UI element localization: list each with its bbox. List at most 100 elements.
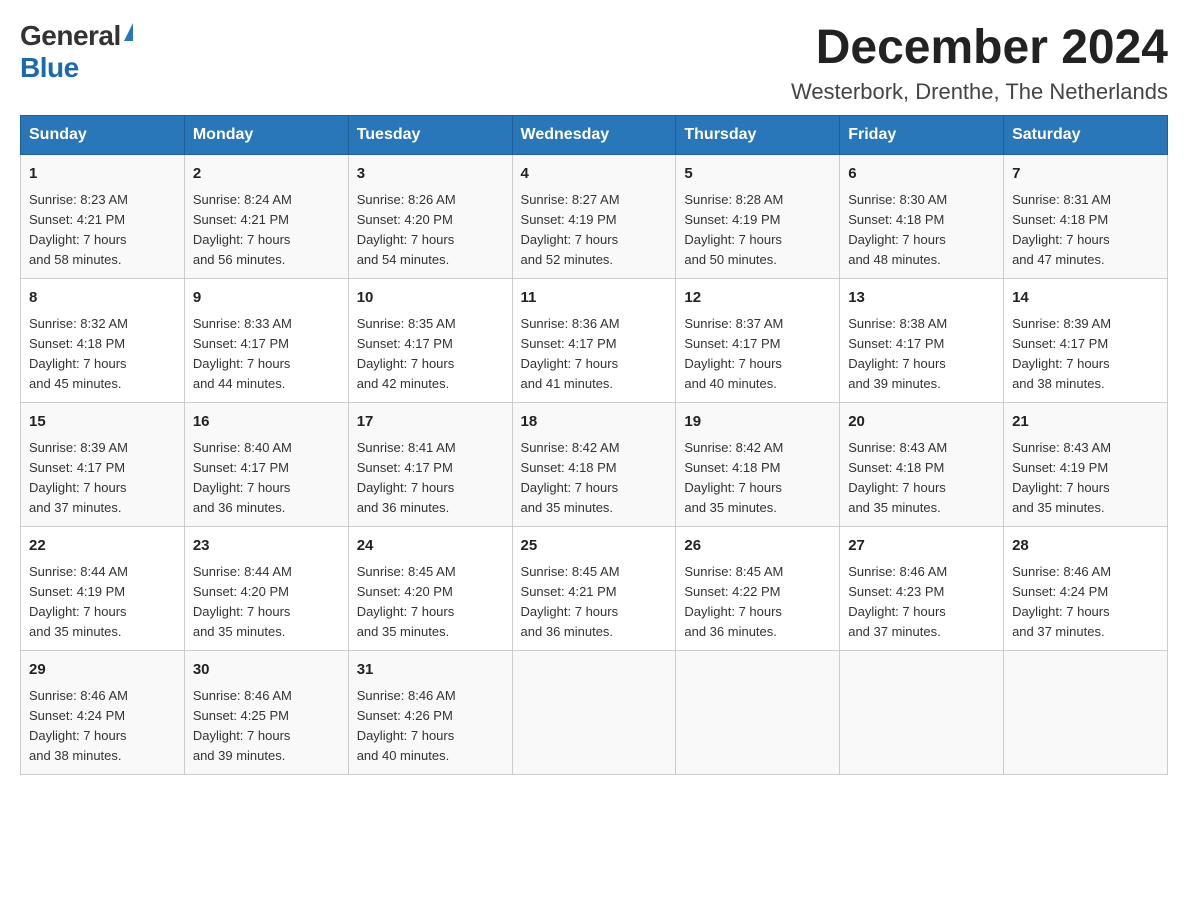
day-info: Sunrise: 8:43 AMSunset: 4:18 PMDaylight:… bbox=[848, 440, 947, 515]
day-number: 31 bbox=[357, 659, 504, 682]
day-number: 12 bbox=[684, 287, 831, 310]
day-number: 30 bbox=[193, 659, 340, 682]
day-cell: 4 Sunrise: 8:27 AMSunset: 4:19 PMDayligh… bbox=[512, 155, 676, 279]
day-info: Sunrise: 8:23 AMSunset: 4:21 PMDaylight:… bbox=[29, 192, 128, 267]
day-cell: 26 Sunrise: 8:45 AMSunset: 4:22 PMDaylig… bbox=[676, 527, 840, 651]
day-info: Sunrise: 8:35 AMSunset: 4:17 PMDaylight:… bbox=[357, 316, 456, 391]
header-wednesday: Wednesday bbox=[512, 116, 676, 155]
header-friday: Friday bbox=[840, 116, 1004, 155]
day-info: Sunrise: 8:44 AMSunset: 4:20 PMDaylight:… bbox=[193, 564, 292, 639]
day-cell bbox=[1004, 651, 1168, 775]
day-cell: 19 Sunrise: 8:42 AMSunset: 4:18 PMDaylig… bbox=[676, 403, 840, 527]
day-info: Sunrise: 8:46 AMSunset: 4:23 PMDaylight:… bbox=[848, 564, 947, 639]
day-number: 26 bbox=[684, 535, 831, 558]
calendar-header: SundayMondayTuesdayWednesdayThursdayFrid… bbox=[21, 116, 1168, 155]
week-row-1: 1 Sunrise: 8:23 AMSunset: 4:21 PMDayligh… bbox=[21, 155, 1168, 279]
calendar-table: SundayMondayTuesdayWednesdayThursdayFrid… bbox=[20, 115, 1168, 775]
day-cell: 15 Sunrise: 8:39 AMSunset: 4:17 PMDaylig… bbox=[21, 403, 185, 527]
day-cell: 7 Sunrise: 8:31 AMSunset: 4:18 PMDayligh… bbox=[1004, 155, 1168, 279]
week-row-4: 22 Sunrise: 8:44 AMSunset: 4:19 PMDaylig… bbox=[21, 527, 1168, 651]
day-cell: 17 Sunrise: 8:41 AMSunset: 4:17 PMDaylig… bbox=[348, 403, 512, 527]
header-thursday: Thursday bbox=[676, 116, 840, 155]
day-cell: 23 Sunrise: 8:44 AMSunset: 4:20 PMDaylig… bbox=[184, 527, 348, 651]
day-cell: 28 Sunrise: 8:46 AMSunset: 4:24 PMDaylig… bbox=[1004, 527, 1168, 651]
day-cell bbox=[676, 651, 840, 775]
day-cell: 3 Sunrise: 8:26 AMSunset: 4:20 PMDayligh… bbox=[348, 155, 512, 279]
day-info: Sunrise: 8:42 AMSunset: 4:18 PMDaylight:… bbox=[521, 440, 620, 515]
day-number: 1 bbox=[29, 163, 176, 186]
day-number: 13 bbox=[848, 287, 995, 310]
day-info: Sunrise: 8:27 AMSunset: 4:19 PMDaylight:… bbox=[521, 192, 620, 267]
day-number: 20 bbox=[848, 411, 995, 434]
day-cell: 5 Sunrise: 8:28 AMSunset: 4:19 PMDayligh… bbox=[676, 155, 840, 279]
day-cell: 8 Sunrise: 8:32 AMSunset: 4:18 PMDayligh… bbox=[21, 279, 185, 403]
week-row-3: 15 Sunrise: 8:39 AMSunset: 4:17 PMDaylig… bbox=[21, 403, 1168, 527]
day-number: 27 bbox=[848, 535, 995, 558]
day-info: Sunrise: 8:45 AMSunset: 4:20 PMDaylight:… bbox=[357, 564, 456, 639]
day-number: 8 bbox=[29, 287, 176, 310]
day-cell: 1 Sunrise: 8:23 AMSunset: 4:21 PMDayligh… bbox=[21, 155, 185, 279]
day-info: Sunrise: 8:46 AMSunset: 4:24 PMDaylight:… bbox=[1012, 564, 1111, 639]
title-area: December 2024 Westerbork, Drenthe, The N… bbox=[791, 20, 1168, 105]
day-cell: 14 Sunrise: 8:39 AMSunset: 4:17 PMDaylig… bbox=[1004, 279, 1168, 403]
day-info: Sunrise: 8:45 AMSunset: 4:22 PMDaylight:… bbox=[684, 564, 783, 639]
day-cell: 18 Sunrise: 8:42 AMSunset: 4:18 PMDaylig… bbox=[512, 403, 676, 527]
logo-blue-text: Blue bbox=[20, 52, 79, 84]
day-info: Sunrise: 8:43 AMSunset: 4:19 PMDaylight:… bbox=[1012, 440, 1111, 515]
day-info: Sunrise: 8:37 AMSunset: 4:17 PMDaylight:… bbox=[684, 316, 783, 391]
day-number: 28 bbox=[1012, 535, 1159, 558]
month-title: December 2024 bbox=[791, 20, 1168, 75]
day-number: 14 bbox=[1012, 287, 1159, 310]
day-info: Sunrise: 8:40 AMSunset: 4:17 PMDaylight:… bbox=[193, 440, 292, 515]
day-cell: 13 Sunrise: 8:38 AMSunset: 4:17 PMDaylig… bbox=[840, 279, 1004, 403]
day-cell: 22 Sunrise: 8:44 AMSunset: 4:19 PMDaylig… bbox=[21, 527, 185, 651]
day-cell: 25 Sunrise: 8:45 AMSunset: 4:21 PMDaylig… bbox=[512, 527, 676, 651]
day-info: Sunrise: 8:28 AMSunset: 4:19 PMDaylight:… bbox=[684, 192, 783, 267]
day-cell: 29 Sunrise: 8:46 AMSunset: 4:24 PMDaylig… bbox=[21, 651, 185, 775]
day-cell: 10 Sunrise: 8:35 AMSunset: 4:17 PMDaylig… bbox=[348, 279, 512, 403]
day-info: Sunrise: 8:39 AMSunset: 4:17 PMDaylight:… bbox=[29, 440, 128, 515]
day-info: Sunrise: 8:46 AMSunset: 4:25 PMDaylight:… bbox=[193, 688, 292, 763]
day-info: Sunrise: 8:31 AMSunset: 4:18 PMDaylight:… bbox=[1012, 192, 1111, 267]
day-cell: 31 Sunrise: 8:46 AMSunset: 4:26 PMDaylig… bbox=[348, 651, 512, 775]
day-number: 23 bbox=[193, 535, 340, 558]
day-info: Sunrise: 8:33 AMSunset: 4:17 PMDaylight:… bbox=[193, 316, 292, 391]
day-info: Sunrise: 8:24 AMSunset: 4:21 PMDaylight:… bbox=[193, 192, 292, 267]
day-info: Sunrise: 8:41 AMSunset: 4:17 PMDaylight:… bbox=[357, 440, 456, 515]
logo-general-text: General bbox=[20, 20, 121, 52]
day-number: 29 bbox=[29, 659, 176, 682]
day-info: Sunrise: 8:38 AMSunset: 4:17 PMDaylight:… bbox=[848, 316, 947, 391]
day-info: Sunrise: 8:45 AMSunset: 4:21 PMDaylight:… bbox=[521, 564, 620, 639]
day-cell: 20 Sunrise: 8:43 AMSunset: 4:18 PMDaylig… bbox=[840, 403, 1004, 527]
header-sunday: Sunday bbox=[21, 116, 185, 155]
week-row-2: 8 Sunrise: 8:32 AMSunset: 4:18 PMDayligh… bbox=[21, 279, 1168, 403]
day-number: 7 bbox=[1012, 163, 1159, 186]
day-info: Sunrise: 8:39 AMSunset: 4:17 PMDaylight:… bbox=[1012, 316, 1111, 391]
day-info: Sunrise: 8:36 AMSunset: 4:17 PMDaylight:… bbox=[521, 316, 620, 391]
day-cell bbox=[512, 651, 676, 775]
day-number: 5 bbox=[684, 163, 831, 186]
day-number: 9 bbox=[193, 287, 340, 310]
day-info: Sunrise: 8:26 AMSunset: 4:20 PMDaylight:… bbox=[357, 192, 456, 267]
day-number: 15 bbox=[29, 411, 176, 434]
header-saturday: Saturday bbox=[1004, 116, 1168, 155]
location-title: Westerbork, Drenthe, The Netherlands bbox=[791, 79, 1168, 105]
day-cell: 16 Sunrise: 8:40 AMSunset: 4:17 PMDaylig… bbox=[184, 403, 348, 527]
day-number: 25 bbox=[521, 535, 668, 558]
day-info: Sunrise: 8:32 AMSunset: 4:18 PMDaylight:… bbox=[29, 316, 128, 391]
header-tuesday: Tuesday bbox=[348, 116, 512, 155]
day-number: 21 bbox=[1012, 411, 1159, 434]
day-cell: 27 Sunrise: 8:46 AMSunset: 4:23 PMDaylig… bbox=[840, 527, 1004, 651]
day-info: Sunrise: 8:44 AMSunset: 4:19 PMDaylight:… bbox=[29, 564, 128, 639]
day-cell: 30 Sunrise: 8:46 AMSunset: 4:25 PMDaylig… bbox=[184, 651, 348, 775]
day-number: 10 bbox=[357, 287, 504, 310]
day-cell: 6 Sunrise: 8:30 AMSunset: 4:18 PMDayligh… bbox=[840, 155, 1004, 279]
day-info: Sunrise: 8:46 AMSunset: 4:26 PMDaylight:… bbox=[357, 688, 456, 763]
header: General Blue December 2024 Westerbork, D… bbox=[20, 20, 1168, 105]
day-number: 22 bbox=[29, 535, 176, 558]
day-cell bbox=[840, 651, 1004, 775]
day-number: 2 bbox=[193, 163, 340, 186]
week-row-5: 29 Sunrise: 8:46 AMSunset: 4:24 PMDaylig… bbox=[21, 651, 1168, 775]
day-info: Sunrise: 8:42 AMSunset: 4:18 PMDaylight:… bbox=[684, 440, 783, 515]
day-number: 3 bbox=[357, 163, 504, 186]
